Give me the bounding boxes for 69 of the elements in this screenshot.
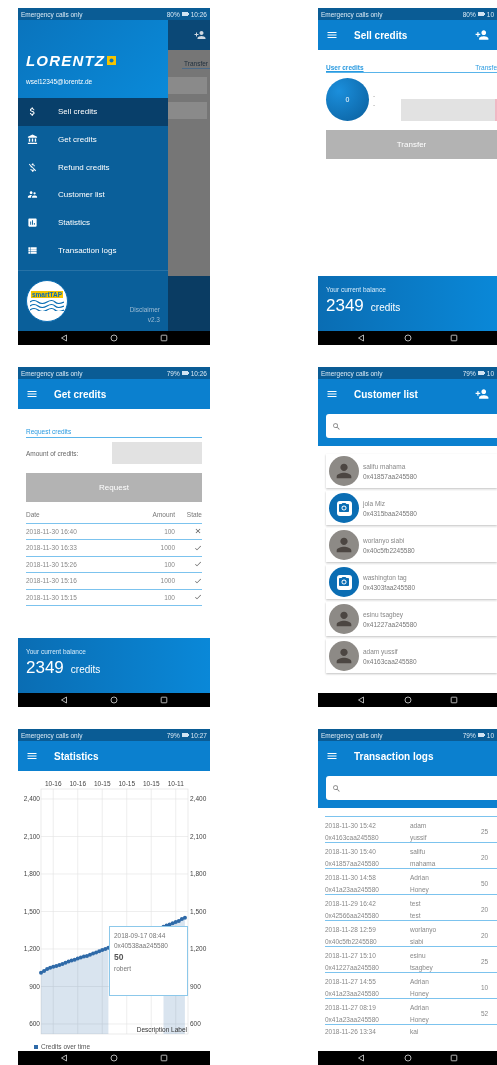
menu-icon[interactable] xyxy=(26,388,38,400)
balance-unit: credits xyxy=(370,302,401,313)
screen-title: Statistics xyxy=(54,750,100,762)
balance-amount: 2349 xyxy=(26,658,64,678)
person-avatar xyxy=(329,530,359,560)
drawer-item[interactable]: Customer list xyxy=(18,181,168,209)
home-icon[interactable] xyxy=(403,696,412,704)
battery-icon xyxy=(477,371,485,375)
dollar-off-icon xyxy=(27,161,38,173)
add-person-icon[interactable] xyxy=(475,28,489,42)
menu-icon[interactable] xyxy=(326,29,338,41)
menu-icon[interactable] xyxy=(326,388,338,400)
sun-icon xyxy=(107,56,117,65)
drawer-item[interactable]: Refund credits xyxy=(18,153,168,182)
add-person-icon[interactable] xyxy=(475,387,489,401)
menu-icon[interactable] xyxy=(326,750,338,762)
search-icon xyxy=(332,421,341,431)
battery-icon xyxy=(477,12,485,16)
back-icon[interactable] xyxy=(356,1054,365,1062)
back-icon[interactable] xyxy=(60,696,68,704)
amount-field[interactable] xyxy=(112,442,202,464)
recents-icon[interactable] xyxy=(160,334,168,342)
search-field[interactable] xyxy=(326,776,497,800)
dimmed-field xyxy=(168,77,207,94)
people-icon xyxy=(27,189,38,201)
screen-title: Transaction logs xyxy=(354,750,435,762)
amount-field[interactable] xyxy=(401,98,497,121)
search-field[interactable] xyxy=(326,414,497,438)
brand-logo: LORENTZ xyxy=(26,52,106,69)
back-icon[interactable] xyxy=(356,334,365,342)
tooltip-amount: 50 xyxy=(114,952,125,962)
back-icon[interactable] xyxy=(60,1054,68,1062)
home-icon[interactable] xyxy=(403,334,412,342)
person-avatar xyxy=(329,641,359,671)
battery-icon xyxy=(181,371,189,375)
battery-icon xyxy=(181,733,189,737)
list-icon xyxy=(27,244,38,256)
person-avatar xyxy=(329,456,359,486)
camera-avatar xyxy=(329,567,359,597)
battery-icon xyxy=(181,12,189,16)
home-icon[interactable] xyxy=(403,1054,412,1062)
home-icon[interactable] xyxy=(110,334,118,342)
drawer-item[interactable]: Sell credits xyxy=(18,98,168,126)
drawer-item[interactable]: Get credits xyxy=(18,125,168,154)
person-avatar xyxy=(329,604,359,634)
screen-title: Sell credits xyxy=(354,29,409,41)
screen-title: Get credits xyxy=(54,388,108,400)
recents-icon[interactable] xyxy=(450,1054,459,1062)
home-icon[interactable] xyxy=(110,696,118,704)
balance-unit: credits xyxy=(70,664,101,675)
add-person-icon xyxy=(194,29,206,41)
drawer-item[interactable]: Transaction logs xyxy=(18,236,168,265)
recents-icon[interactable] xyxy=(160,1054,168,1062)
camera-avatar xyxy=(329,493,359,523)
screen-title: Customer list xyxy=(354,388,419,400)
recents-icon[interactable] xyxy=(450,696,459,704)
drawer-item[interactable]: Statistics xyxy=(18,208,168,237)
dimmed-balance-panel xyxy=(168,276,210,331)
recents-icon[interactable] xyxy=(160,696,168,704)
recents-icon[interactable] xyxy=(450,334,459,342)
bar-chart-icon xyxy=(27,217,38,229)
back-icon[interactable] xyxy=(356,696,365,704)
menu-icon[interactable] xyxy=(26,750,38,762)
back-icon[interactable] xyxy=(60,334,68,342)
bank-icon xyxy=(27,134,38,146)
search-icon xyxy=(332,783,341,793)
balance-amount: 2349 xyxy=(326,296,364,316)
home-icon[interactable] xyxy=(110,1054,118,1062)
battery-icon xyxy=(477,733,485,737)
